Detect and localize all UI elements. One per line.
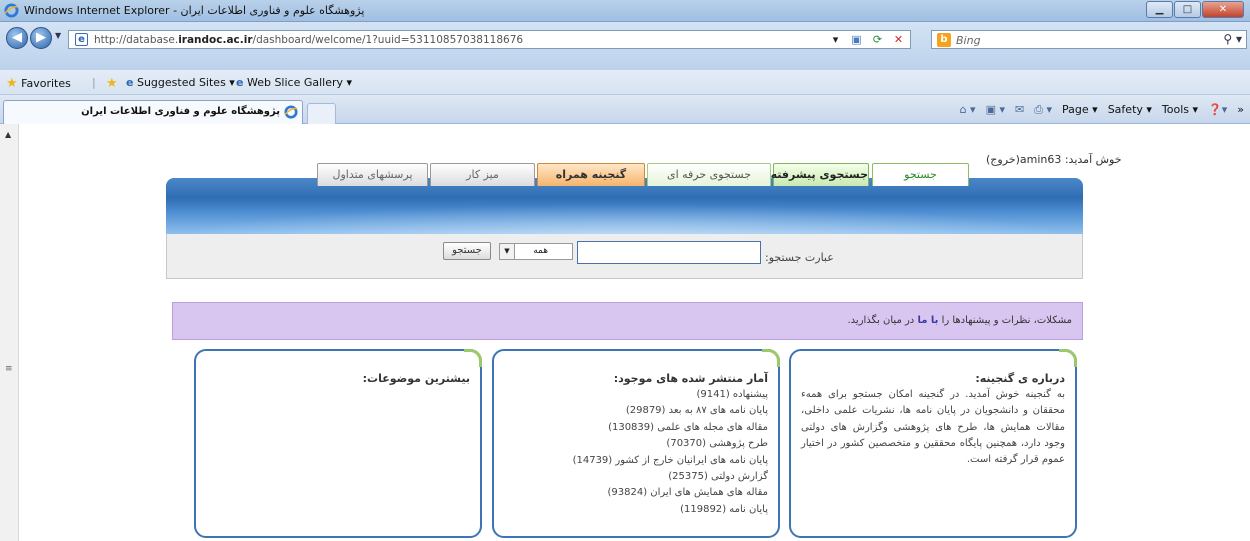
stats-box: آمار منتشر شده های موجود: پیشنهاده (9141… (492, 349, 780, 538)
refresh-icon[interactable]: ⟳ (870, 32, 885, 47)
stats-item[interactable]: گزارش دولتی (25375) (504, 469, 768, 485)
help-icon[interactable]: ❓▾ (1208, 103, 1227, 117)
url-text[interactable]: http://database.irandoc.ac.ir/dashboard/… (94, 34, 523, 46)
chevron-right-icon[interactable]: » (1237, 103, 1244, 117)
forward-button[interactable]: ▶ (30, 27, 52, 49)
topics-box: بیشترین موضوعات: (194, 349, 482, 538)
grip-icon: ≡ (5, 364, 13, 374)
window-title: Windows Internet Explorer - پژوهشگاه علو… (24, 4, 365, 17)
ie-icon (4, 3, 19, 18)
compatibility-icon[interactable]: ▣ (849, 32, 864, 47)
stats-item[interactable]: پایان نامه های ۸۷ به بعد (29879) (504, 403, 768, 419)
topics-heading: بیشترین موضوعات: (362, 372, 470, 385)
maximize-button[interactable]: □ (1174, 1, 1201, 18)
about-heading: درباره ی گنجینه: (975, 372, 1065, 385)
ie-icon (284, 105, 298, 119)
history-dropdown-icon[interactable]: ▼ (55, 31, 61, 40)
tab-search[interactable]: جستجو (872, 163, 969, 186)
navigation-bar: ◀ ▶ ▼ e http://database.irandoc.ac.ir/da… (0, 22, 1250, 70)
tab-bar: پژوهشگاه علوم و فناوری اطلاعات ایران ⌂ ▾… (0, 95, 1250, 124)
search-icon[interactable]: ⚲ ▾ (1223, 32, 1242, 46)
command-bar: ⌂ ▾ ▣ ▾ ✉ ⎙ ▾ Page ▾ Safety ▾ Tools ▾ ❓▾… (960, 103, 1244, 117)
stats-item[interactable]: پیشنهاده (9141) (504, 387, 768, 403)
close-button[interactable]: ✕ (1202, 1, 1244, 18)
search-button[interactable]: جستجو (443, 242, 491, 260)
favorites-button[interactable]: ★ Favorites (6, 76, 71, 91)
search-input[interactable] (577, 241, 761, 264)
search-scope-select[interactable]: همه ▼ (499, 243, 573, 260)
search-provider: Bing (956, 34, 981, 47)
chevron-down-icon[interactable]: ▼ (500, 244, 515, 259)
dropdown-icon[interactable]: ▾ (828, 32, 843, 47)
tab-workdesk[interactable]: میز کار (430, 163, 535, 186)
about-text: به گنجینه خوش آمدید. در گنجینه امکان جست… (801, 389, 1065, 466)
stats-item[interactable]: پایان نامه (119892) (504, 502, 768, 518)
header-banner (166, 178, 1083, 234)
tab-advanced-search[interactable]: جستجوی پیشرفته (771, 163, 869, 186)
scroll-up-icon[interactable]: ▲ (5, 130, 11, 139)
page-menu[interactable]: Page ▾ (1062, 103, 1098, 117)
feeds-icon[interactable]: ▣ ▾ (986, 103, 1005, 117)
tools-menu[interactable]: Tools ▾ (1162, 103, 1198, 117)
home-icon[interactable]: ⌂ ▾ (960, 103, 976, 117)
separator: | (92, 76, 96, 89)
feedback-notice: مشکلات، نظرات و پیشنهادها را با ما در می… (172, 302, 1083, 340)
welcome-text[interactable]: خوش آمدید: amin63(خروج) (986, 153, 1122, 166)
suggested-sites-link[interactable]: e Suggested Sites ▾ (126, 76, 235, 89)
search-box[interactable]: b Bing ⚲ ▾ (931, 30, 1247, 49)
browser-tab[interactable]: پژوهشگاه علوم و فناوری اطلاعات ایران (3, 100, 303, 124)
search-panel: عبارت جستجو: همه ▼ جستجو (166, 234, 1083, 279)
tab-professional-search[interactable]: جستجوی حرفه ای (647, 163, 771, 186)
star-icon: ★ (6, 76, 18, 91)
tab-title: پژوهشگاه علوم و فناوری اطلاعات ایران (81, 106, 280, 117)
stats-item[interactable]: پایان نامه های ایرانیان خارج از کشور (14… (504, 453, 768, 469)
notice-text-end: در میان بگذارید. (847, 315, 918, 326)
tab-faq[interactable]: پرسشهای متداول (317, 163, 428, 186)
bing-icon: b (937, 33, 951, 47)
search-scope-value: همه (533, 246, 548, 256)
minimize-button[interactable]: ▁ (1146, 1, 1173, 18)
web-slice-gallery-link[interactable]: e Web Slice Gallery ▾ (236, 76, 352, 89)
about-box: درباره ی گنجینه: به گنجینه خوش آمدید. در… (789, 349, 1077, 538)
stats-item[interactable]: طرح پژوهشی (70370) (504, 436, 768, 452)
print-icon[interactable]: ⎙ ▾ (1034, 103, 1052, 117)
stats-item[interactable]: مقاله های همایش های ایران (93824) (504, 485, 768, 501)
stats-heading: آمار منتشر شده های موجود: (613, 372, 768, 385)
safety-menu[interactable]: Safety ▾ (1108, 103, 1152, 117)
window-titlebar: Windows Internet Explorer - پژوهشگاه علو… (0, 0, 1250, 22)
notice-text: مشکلات، نظرات و پیشنهادها را (938, 315, 1072, 326)
favorites-bar: ★ Favorites | ★ e Suggested Sites ▾ e We… (0, 70, 1250, 95)
add-favorite-icon[interactable]: ★ (106, 76, 118, 91)
page-icon: e (75, 33, 88, 46)
mail-icon[interactable]: ✉ (1015, 103, 1024, 117)
search-label: عبارت جستجو: (765, 251, 834, 264)
new-tab-button[interactable] (307, 103, 336, 124)
contact-link[interactable]: با ما (917, 315, 938, 326)
left-scrollbar[interactable]: ▲ ≡ (0, 124, 19, 541)
stats-item[interactable]: مقاله های مجله های علمی (130839) (504, 420, 768, 436)
tab-ganjineh-hamrah[interactable]: گنجینه همراه (537, 163, 645, 186)
address-bar[interactable]: e http://database.irandoc.ac.ir/dashboar… (68, 30, 911, 49)
stop-icon[interactable]: ✕ (891, 32, 906, 47)
back-button[interactable]: ◀ (6, 27, 28, 49)
